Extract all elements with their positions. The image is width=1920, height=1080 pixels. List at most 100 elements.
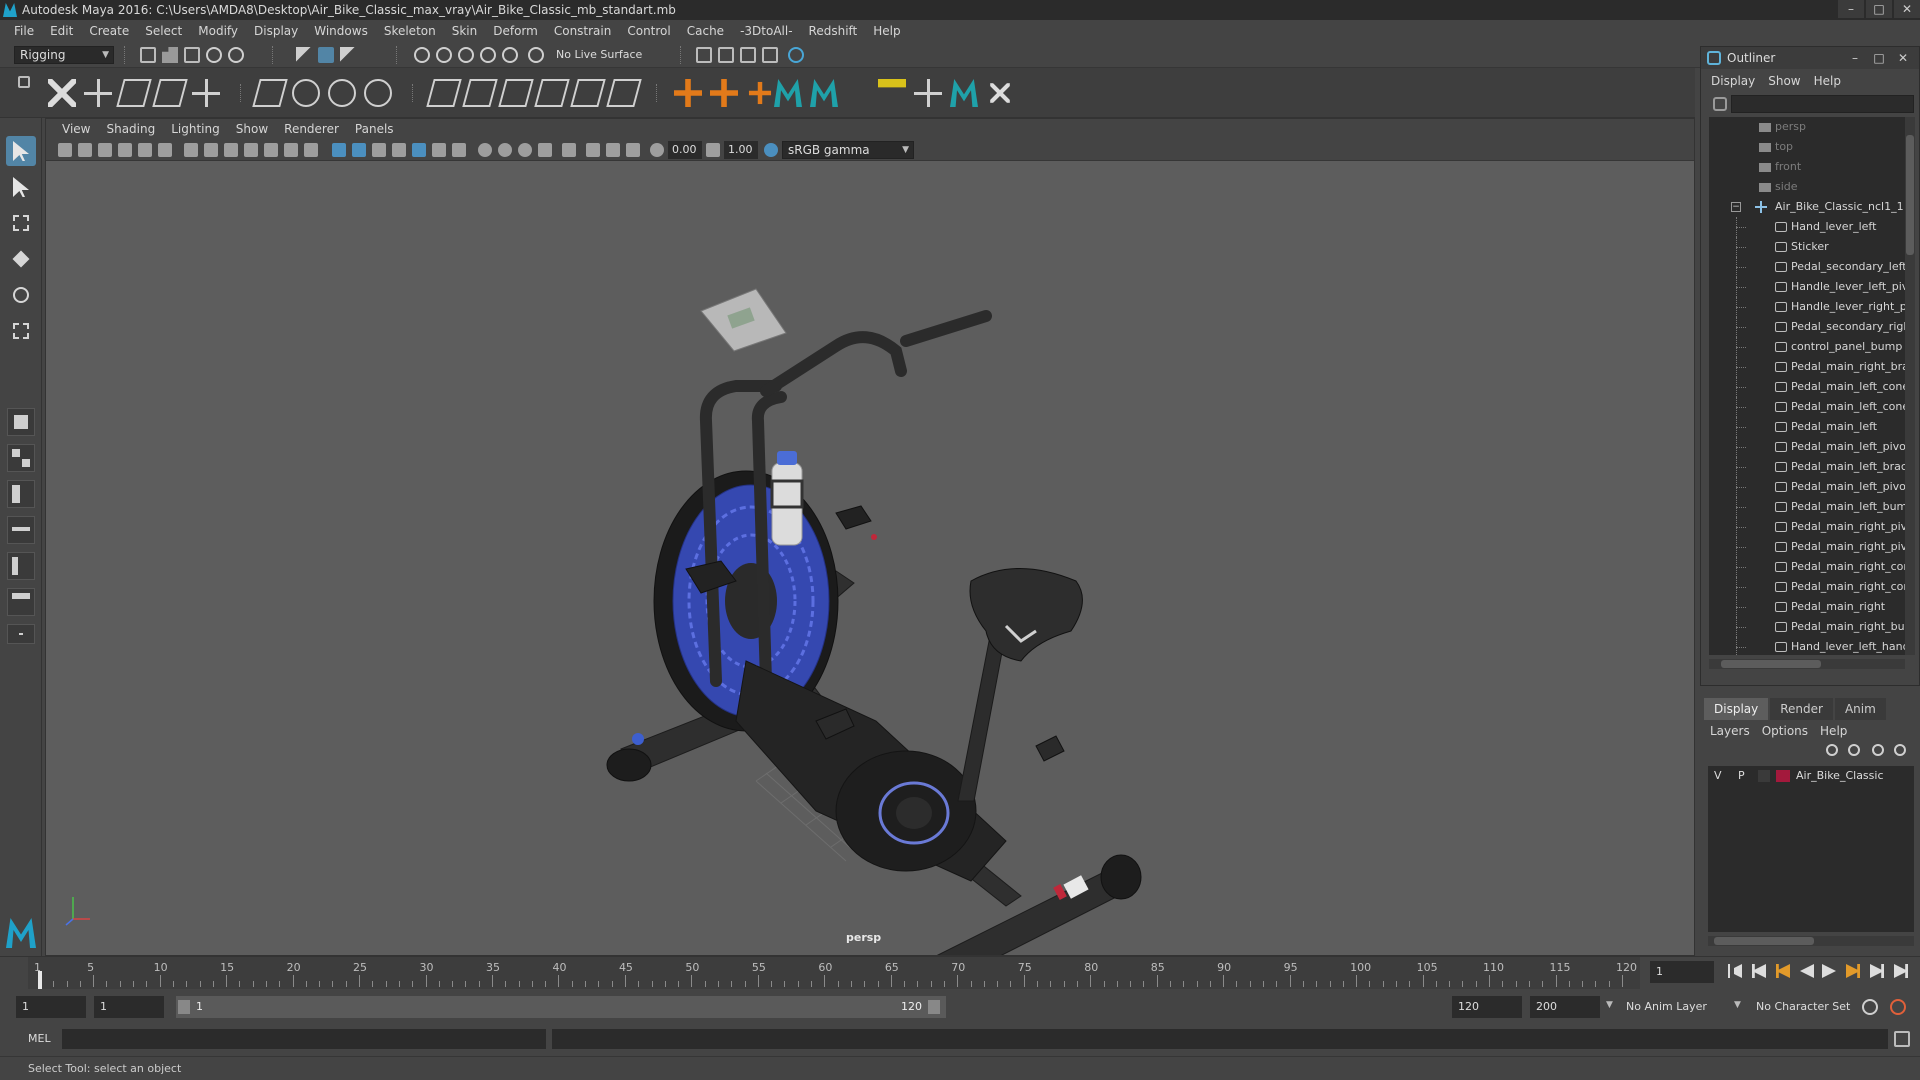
image-plane-icon[interactable] <box>118 143 132 157</box>
menu-file[interactable]: File <box>6 24 42 38</box>
range-start-handle[interactable] <box>178 1000 190 1014</box>
locator-icon[interactable] <box>674 79 702 107</box>
move-tool-button[interactable] <box>6 244 36 274</box>
lasso-tool-button[interactable] <box>6 172 36 202</box>
outliner-horizontal-scrollbar[interactable] <box>1709 659 1905 669</box>
viewport-menu-shading[interactable]: Shading <box>98 122 163 136</box>
maya-tool-2-icon[interactable] <box>810 79 838 107</box>
two-d-pan-icon[interactable] <box>138 143 152 157</box>
layer-color-swatch[interactable] <box>1776 770 1790 782</box>
hypershade-layout-button[interactable] <box>7 588 35 616</box>
scroll-thumb[interactable] <box>1714 937 1814 945</box>
timeline-ticks[interactable]: 1 5 10 15 20 25 30 35 40 45 50 55 60 65 70 75 80 85 90 95 10… <box>28 957 1640 989</box>
script-tool-2-icon[interactable] <box>914 79 942 107</box>
menu-3dtoall[interactable]: -3DtoAll- <box>732 24 800 38</box>
outliner-mesh-item[interactable]: control_panel_bump <box>1709 337 1905 357</box>
scale-constraint-icon[interactable] <box>534 79 570 107</box>
time-slider[interactable]: 1 5 10 15 20 25 30 35 40 45 50 55 60 65 70 75 80 85 90 95 10… <box>0 956 1920 989</box>
render-settings-icon[interactable] <box>762 47 778 63</box>
outliner-vertical-scrollbar[interactable] <box>1905 117 1915 655</box>
lattice-icon[interactable] <box>292 79 320 107</box>
colorspace-dropdown[interactable]: sRGB gamma ▼ <box>782 141 914 159</box>
persp-graph-layout-button[interactable] <box>7 552 35 580</box>
outliner-camera-item[interactable]: front <box>1709 157 1905 177</box>
menu-modify[interactable]: Modify <box>190 24 246 38</box>
wireframe-icon[interactable] <box>332 143 346 157</box>
outliner-mesh-item[interactable]: Pedal_main_left_pivot <box>1709 437 1905 457</box>
menu-constrain[interactable]: Constrain <box>546 24 620 38</box>
script-editor-icon[interactable] <box>1894 1031 1910 1047</box>
snap-live-icon[interactable] <box>502 47 518 63</box>
animation-preferences-icon[interactable] <box>1890 999 1906 1015</box>
ipr-render-icon[interactable] <box>740 47 756 63</box>
outliner-camera-item[interactable]: side <box>1709 177 1905 197</box>
layer-row[interactable]: V P Air_Bike_Classic <box>1708 766 1914 786</box>
film-gate-icon[interactable] <box>204 143 218 157</box>
grease-pencil-icon[interactable] <box>158 143 172 157</box>
playback-start-field[interactable]: 1 <box>94 996 164 1018</box>
current-time-indicator[interactable] <box>38 971 42 989</box>
hypershade-icon[interactable] <box>788 47 804 63</box>
outliner-camera-item[interactable]: top <box>1709 137 1905 157</box>
close-button[interactable]: ✕ <box>1894 0 1920 18</box>
menu-select[interactable]: Select <box>137 24 190 38</box>
character-set-dropdown[interactable]: No Character Set <box>1750 996 1866 1018</box>
layer-menu-layers[interactable]: Layers <box>1706 722 1758 740</box>
layer-menu-options[interactable]: Options <box>1758 722 1816 740</box>
outliner-mesh-item[interactable]: Pedal_main_left_brack <box>1709 457 1905 477</box>
field-chart-icon[interactable] <box>264 143 278 157</box>
layer-display-type[interactable] <box>1758 770 1770 782</box>
maximize-button[interactable]: □ <box>1866 0 1892 18</box>
outliner-mesh-item[interactable]: Pedal_main_left_cone <box>1709 397 1905 417</box>
camera-attributes-icon[interactable] <box>78 143 92 157</box>
layer-horizontal-scrollbar[interactable] <box>1708 936 1914 946</box>
new-empty-layer-icon[interactable] <box>1872 744 1884 756</box>
outliner-menu-display[interactable]: Display <box>1707 74 1764 88</box>
resolution-gate-icon[interactable] <box>224 143 238 157</box>
layer-name[interactable]: Air_Bike_Classic <box>1796 766 1884 786</box>
viewport-menu-view[interactable]: View <box>54 122 98 136</box>
redo-icon[interactable] <box>228 47 244 63</box>
tab-render[interactable]: Render <box>1770 698 1833 720</box>
camera-select-icon[interactable] <box>58 143 72 157</box>
outliner-mesh-item[interactable]: Pedal_secondary_righ <box>1709 317 1905 337</box>
scroll-thumb[interactable] <box>1721 660 1821 668</box>
snap-view-plane-icon[interactable] <box>480 47 496 63</box>
outliner-minimize-button[interactable]: – <box>1843 49 1867 67</box>
maya-tool-3-icon[interactable] <box>950 79 978 107</box>
sculpt-deformer-icon[interactable] <box>328 79 356 107</box>
bookmark-icon[interactable] <box>98 143 112 157</box>
snap-point-icon[interactable] <box>458 47 474 63</box>
undo-icon[interactable] <box>206 47 222 63</box>
outliner-mesh-item[interactable]: Pedal_main_right <box>1709 597 1905 617</box>
outliner-mesh-item[interactable]: Pedal_main_left_pivot <box>1709 477 1905 497</box>
scene-canvas[interactable] <box>46 161 1694 955</box>
wire-deformer-icon[interactable] <box>364 79 392 107</box>
scroll-thumb[interactable] <box>1906 135 1914 255</box>
ik-spline-icon[interactable] <box>116 79 152 107</box>
tab-anim[interactable]: Anim <box>1834 698 1886 720</box>
four-pane-layout-button[interactable] <box>7 444 35 472</box>
outliner-mesh-item[interactable]: Pedal_main_right_bra <box>1709 357 1905 377</box>
gamma-icon[interactable] <box>706 143 720 157</box>
new-scene-icon[interactable] <box>140 47 156 63</box>
color-management-icon[interactable] <box>764 143 778 157</box>
outliner-mesh-item[interactable]: Handle_lever_right_pi <box>1709 297 1905 317</box>
viewport-menu-renderer[interactable]: Renderer <box>276 122 347 136</box>
viewport-menu-show[interactable]: Show <box>228 122 276 136</box>
open-scene-icon[interactable] <box>162 47 178 63</box>
quick-rig-icon[interactable] <box>710 79 738 107</box>
select-object-icon[interactable] <box>318 47 334 63</box>
menu-skeleton[interactable]: Skeleton <box>376 24 444 38</box>
ik-handle-icon[interactable] <box>84 79 112 107</box>
default-material-icon[interactable] <box>372 143 386 157</box>
outliner-mesh-item[interactable]: Pedal_main_right_pivo <box>1709 517 1905 537</box>
outliner-mesh-item[interactable]: Sticker <box>1709 237 1905 257</box>
outliner-mesh-item[interactable]: Pedal_main_right_pivo <box>1709 537 1905 557</box>
outliner-camera-item[interactable]: persp <box>1709 117 1905 137</box>
smooth-bind-icon[interactable] <box>152 79 188 107</box>
auto-key-icon[interactable] <box>1862 999 1878 1015</box>
render-frame-icon[interactable] <box>718 47 734 63</box>
parent-constraint-icon[interactable] <box>570 79 606 107</box>
two-pane-layout-button[interactable] <box>7 480 35 508</box>
